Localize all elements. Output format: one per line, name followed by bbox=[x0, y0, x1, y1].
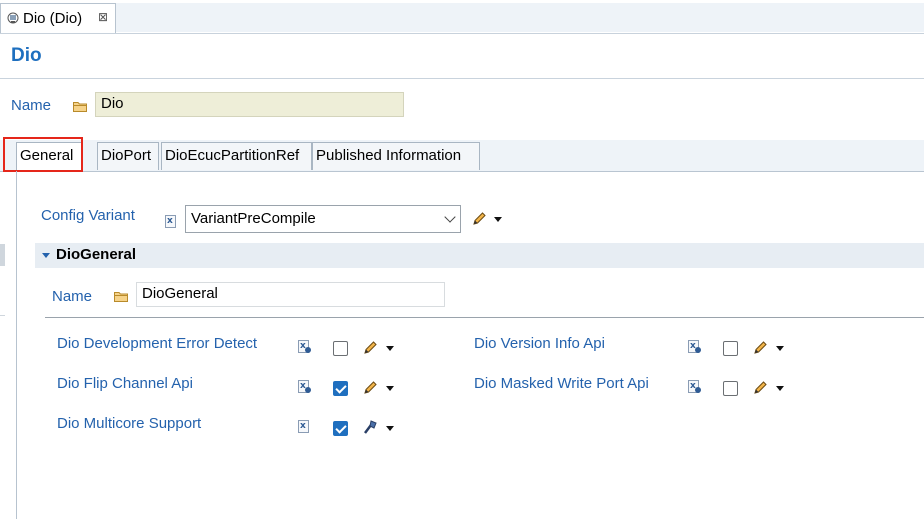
editor-icon bbox=[7, 12, 19, 24]
param-doc-icon: x bbox=[298, 380, 311, 393]
folder-icon bbox=[73, 102, 87, 112]
name-field[interactable]: Dio bbox=[95, 92, 404, 117]
title-separator bbox=[0, 78, 924, 79]
pencil-icon[interactable] bbox=[752, 380, 768, 396]
param-version-info-api-checkbox[interactable] bbox=[723, 341, 738, 356]
param-multicore-support-checkbox[interactable] bbox=[333, 421, 348, 436]
chevron-down-icon bbox=[444, 211, 456, 223]
dropdown-arrow-icon[interactable] bbox=[386, 386, 394, 391]
pencil-icon[interactable] bbox=[752, 340, 768, 356]
folder-icon bbox=[114, 292, 128, 302]
dropdown-arrow-icon[interactable] bbox=[386, 426, 394, 431]
section-name-value: DioGeneral bbox=[142, 285, 218, 302]
config-variant-value: VariantPreCompile bbox=[191, 210, 316, 227]
content-left-border bbox=[16, 171, 17, 519]
param-doc-icon: x bbox=[688, 340, 701, 353]
page-title: Dio bbox=[11, 45, 42, 66]
param-masked-write-port-api-label[interactable]: Dio Masked Write Port Api bbox=[474, 375, 649, 392]
param-flip-channel-api-label[interactable]: Dio Flip Channel Api bbox=[57, 375, 193, 392]
tab-published-information-label: Published Information bbox=[316, 147, 462, 164]
section-title: DioGeneral bbox=[56, 246, 137, 263]
tab-dioport[interactable]: DioPort bbox=[97, 142, 159, 170]
dropdown-arrow-icon[interactable] bbox=[386, 346, 394, 351]
param-dev-error-detect-label[interactable]: Dio Development Error Detect bbox=[57, 335, 257, 352]
pencil-icon[interactable] bbox=[362, 340, 378, 356]
section-name-label[interactable]: Name bbox=[52, 288, 92, 305]
name-label[interactable]: Name bbox=[11, 97, 51, 114]
param-dev-error-detect-checkbox[interactable] bbox=[333, 341, 348, 356]
variant-doc-icon: x bbox=[165, 215, 176, 228]
tab-dioport-label: DioPort bbox=[101, 147, 152, 164]
dropdown-arrow-icon[interactable] bbox=[776, 346, 784, 351]
param-version-info-api-label[interactable]: Dio Version Info Api bbox=[474, 335, 605, 352]
config-variant-select[interactable]: VariantPreCompile bbox=[185, 205, 461, 233]
param-flip-channel-api-checkbox[interactable] bbox=[333, 381, 348, 396]
section-header[interactable] bbox=[35, 243, 924, 268]
param-doc-icon: x bbox=[298, 340, 311, 353]
param-doc-icon: x bbox=[298, 420, 309, 433]
editor-tab-dio[interactable]: Dio (Dio) ⊠ bbox=[0, 3, 116, 33]
pencil-icon[interactable] bbox=[362, 380, 378, 396]
param-masked-write-port-api-checkbox[interactable] bbox=[723, 381, 738, 396]
editor-tab-title: Dio (Dio) bbox=[23, 10, 83, 27]
param-multicore-support-label[interactable]: Dio Multicore Support bbox=[57, 415, 201, 432]
highlight-box bbox=[3, 137, 83, 172]
config-variant-label[interactable]: Config Variant bbox=[41, 207, 135, 224]
dropdown-arrow-icon[interactable] bbox=[776, 386, 784, 391]
pencil-icon[interactable] bbox=[471, 211, 487, 227]
outline-marker-line bbox=[0, 315, 5, 316]
param-doc-icon: x bbox=[688, 380, 701, 393]
dropdown-arrow-icon[interactable] bbox=[494, 217, 502, 222]
name-field-value: Dio bbox=[101, 95, 124, 112]
outline-marker bbox=[0, 244, 5, 266]
tab-dioecucpartitionref-label: DioEcucPartitionRef bbox=[165, 147, 300, 164]
wand-icon[interactable] bbox=[362, 419, 378, 435]
collapse-triangle-icon[interactable] bbox=[42, 253, 50, 258]
tab-published-information[interactable]: Published Information bbox=[312, 142, 480, 170]
section-separator bbox=[45, 317, 924, 318]
section-name-field[interactable]: DioGeneral bbox=[136, 282, 445, 307]
close-icon[interactable]: ⊠ bbox=[98, 10, 108, 24]
tab-dioecucpartitionref[interactable]: DioEcucPartitionRef bbox=[161, 142, 312, 170]
editor-tab-bar-background bbox=[116, 3, 924, 32]
